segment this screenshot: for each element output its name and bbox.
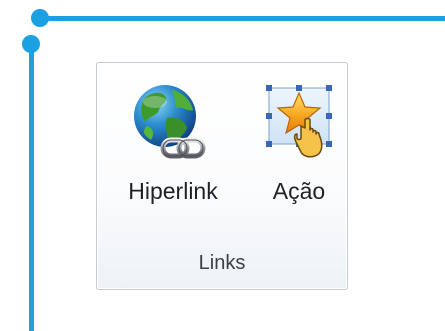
- callout-dot-left: [22, 35, 40, 53]
- callout-line-vertical: [29, 44, 34, 331]
- action-button[interactable]: Ação: [257, 73, 341, 223]
- links-ribbon-group: Hiperlink Ação Links: [96, 62, 348, 290]
- callout-dot-top: [31, 9, 49, 27]
- action-button-label: Ação: [272, 178, 326, 204]
- star-hand-action-icon: [266, 85, 332, 158]
- hyperlink-button-label: Hiperlink: [128, 178, 218, 204]
- group-label-links: Links: [198, 252, 246, 274]
- callout-line-horizontal: [40, 16, 445, 21]
- hyperlink-button[interactable]: Hiperlink: [113, 73, 243, 223]
- globe-chain-icon: [134, 85, 206, 159]
